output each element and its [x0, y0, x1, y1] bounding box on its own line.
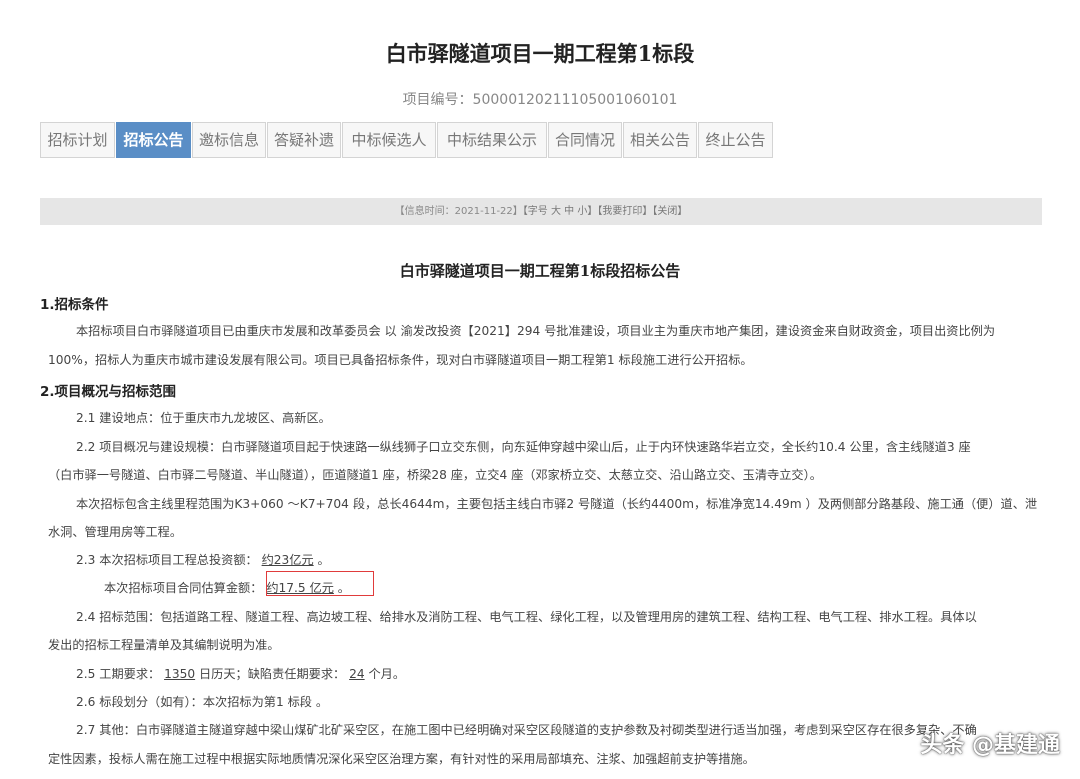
item-2-2-line-4: 水洞、管理用房等工程。: [48, 525, 183, 539]
watermark: 头条 @基建通: [920, 733, 1060, 758]
item-2-6: 2.6 标段划分（如有）：本次招标为第1 标段 。: [76, 695, 329, 709]
duration-label: 2.5 工期要求：: [76, 667, 161, 681]
item-2-7-line-2: 定性因素，投标人需在施工过程中根据实际地质情况深化采空区治理方案，有针对性的采用…: [48, 752, 755, 766]
months-unit: 个月。: [368, 667, 406, 681]
section-1-para-2: 100%，招标人为重庆市城市建设发展有限公司。项目已具备招标条件，现对白市驿隧道…: [48, 353, 753, 367]
info-time: 【信息时间：2021-11-22】: [394, 206, 523, 217]
total-investment-value: 约23亿元: [261, 553, 314, 567]
tab-termination[interactable]: 终止公告: [698, 122, 773, 158]
font-size-control[interactable]: 【字号 大 中 小】: [523, 206, 598, 217]
item-2-5: 2.5 工期要求： 1350 日历天；缺陷责任期要求： 24 个月。: [76, 664, 405, 682]
section-2-heading: 2.项目概况与招标范围: [40, 384, 177, 400]
tab-result[interactable]: 中标结果公示: [437, 122, 547, 158]
tab-contract[interactable]: 合同情况: [548, 122, 622, 158]
item-2-2-line-1: 2.2 项目概况与建设规模：白市驿隧道项目起于快速路一纵线狮子口立交东侧，向东延…: [76, 440, 971, 454]
tab-bid-plan[interactable]: 招标计划: [40, 122, 115, 158]
section-1-heading: 1.招标条件: [40, 297, 109, 313]
item-2-2-line-3: 本次招标包含主线里程范围为K3+060 ～K7+704 段，总长4644m，主要…: [76, 497, 1038, 511]
item-2-2-line-2: （白市驿一号隧道、白市驿二号隧道、半山隧道），匝道隧道1 座，桥梁28 座，立交…: [48, 468, 822, 482]
duration-days: 1350: [164, 667, 196, 681]
defect-label: 日历天；缺陷责任期要求：: [198, 667, 346, 681]
tab-candidates[interactable]: 中标候选人: [342, 122, 436, 158]
item-2-4-line-2: 发出的招标工程量清单及其编制说明为准。: [48, 638, 280, 652]
defect-months: 24: [349, 667, 365, 681]
tab-bar: 招标计划 招标公告 邀标信息 答疑补遗 中标候选人 中标结果公示 合同情况 相关…: [40, 122, 774, 158]
tab-qa-addenda[interactable]: 答疑补遗: [267, 122, 341, 158]
page-title: 白市驿隧道项目一期工程第1标段: [385, 41, 695, 66]
item-2-4-line-1: 2.4 招标范围：包括道路工程、隧道工程、高边坡工程、给排水及消防工程、电气工程…: [76, 610, 977, 624]
item-2-3-total: 2.3 本次招标项目工程总投资额： 约23亿元 。: [76, 550, 330, 568]
tab-related[interactable]: 相关公告: [623, 122, 697, 158]
print-link[interactable]: 【我要打印】: [597, 206, 652, 217]
notice-title: 白市驿隧道项目一期工程第1标段招标公告: [399, 262, 681, 280]
close-link[interactable]: 【关闭】: [652, 206, 687, 217]
contract-estimate-label: 本次招标项目合同估算金额：: [104, 581, 263, 595]
total-investment-label: 2.3 本次招标项目工程总投资额：: [76, 553, 258, 567]
tab-invitation[interactable]: 邀标信息: [192, 122, 266, 158]
info-bar: 【信息时间：2021-11-22】【字号 大 中 小】【我要打印】【关闭】: [40, 198, 1042, 225]
tab-bid-notice[interactable]: 招标公告: [116, 122, 191, 158]
section-1-para-1: 本招标项目白市驿隧道项目已由重庆市发展和改革委员会 以 渝发改投资【2021】2…: [76, 324, 996, 338]
highlight-box: [266, 571, 374, 596]
item-2-7-line-1: 2.7 其他：白市驿隧道主隧道穿越中梁山煤矿北矿采空区，在施工图中已经明确对采空…: [76, 723, 977, 737]
project-number: 项目编号：5000012021110500106010​1: [402, 92, 678, 108]
end-mark: 。: [317, 553, 330, 567]
item-2-1: 2.1 建设地点：位于重庆市九龙坡区、高新区。: [76, 411, 331, 425]
